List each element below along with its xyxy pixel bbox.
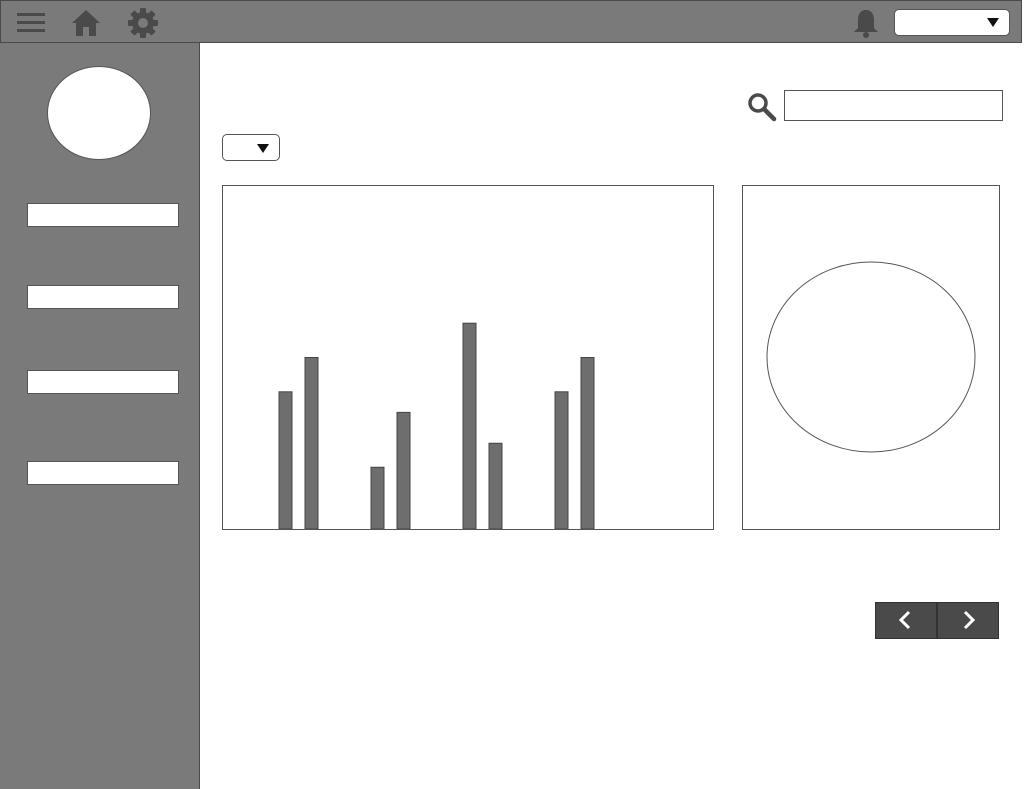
next-page-button[interactable] — [937, 602, 999, 639]
previous-page-button[interactable] — [875, 602, 937, 639]
bar-1-2 — [304, 357, 319, 529]
caret-down-icon — [987, 18, 999, 27]
avatar[interactable] — [47, 66, 151, 160]
caret-down-icon — [257, 144, 269, 153]
bar-2-2 — [396, 411, 411, 529]
top-bar — [0, 0, 1022, 43]
sidebar-item-3[interactable] — [27, 370, 179, 394]
bar-4-2 — [580, 357, 595, 529]
bar-chart — [278, 322, 595, 529]
bar-3-1 — [462, 322, 477, 529]
bar-4-1 — [554, 391, 569, 529]
chevron-left-icon — [898, 610, 911, 630]
pie-circle — [766, 261, 976, 453]
settings-icon[interactable] — [127, 7, 159, 39]
menu-icon[interactable] — [15, 7, 47, 39]
chevron-right-icon — [963, 610, 976, 630]
sidebar-item-1[interactable] — [27, 203, 179, 227]
filter-dropdown[interactable] — [222, 134, 280, 161]
search-icon[interactable] — [745, 90, 777, 122]
pie-chart — [766, 261, 976, 453]
bar-1-1 — [278, 391, 293, 529]
pie-chart-panel — [742, 185, 1000, 530]
sidebar — [0, 43, 200, 789]
home-icon[interactable] — [70, 7, 102, 39]
bar-2-1 — [370, 466, 385, 529]
bar-3-2 — [488, 442, 503, 529]
sidebar-item-2[interactable] — [27, 285, 179, 309]
search-input[interactable] — [784, 90, 1003, 121]
user-dropdown[interactable] — [894, 9, 1010, 36]
sidebar-item-4[interactable] — [27, 461, 179, 485]
bar-chart-panel — [222, 185, 714, 530]
bell-icon[interactable] — [850, 7, 882, 39]
